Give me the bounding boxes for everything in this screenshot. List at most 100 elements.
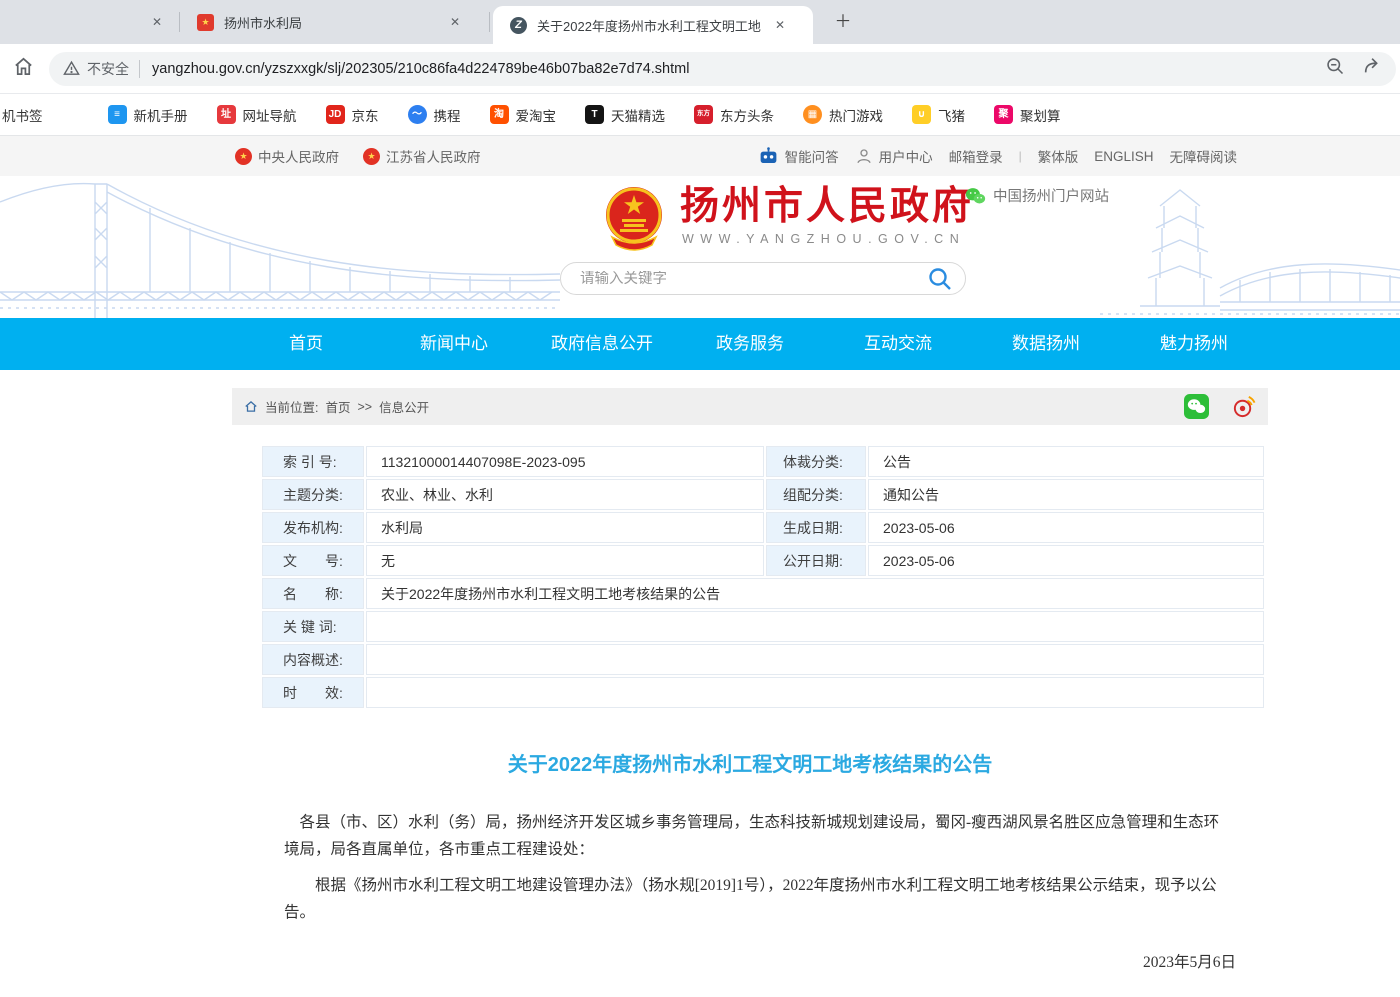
- english-link[interactable]: ENGLISH: [1094, 149, 1153, 164]
- breadcrumb-prefix: 当前位置:: [265, 397, 318, 416]
- home-icon[interactable]: [12, 55, 35, 83]
- jiangsu-gov-link[interactable]: ★ 江苏省人民政府: [363, 146, 481, 166]
- article-paragraph: 各县（市、区）水利（务）局，扬州经济开发区城乡事务管理局，生态科技新城规划建设局…: [284, 809, 1232, 863]
- share-wechat-icon[interactable]: [1184, 394, 1209, 419]
- search-input[interactable]: [561, 271, 927, 287]
- new-tab-button[interactable]: ＋: [830, 9, 856, 35]
- nav-item-charm[interactable]: 魅力扬州: [1120, 318, 1268, 370]
- field-value: 2023-05-06: [868, 545, 1264, 576]
- breadcrumb-current[interactable]: 信息公开: [379, 397, 429, 416]
- site-search: [560, 262, 966, 295]
- field-value: 农业、林业、水利: [366, 479, 764, 510]
- field-label: 体裁分类:: [766, 446, 866, 477]
- nav-item-services[interactable]: 政务服务: [676, 318, 824, 370]
- table-row: 关 键 词:: [262, 611, 1264, 642]
- tab-title: 扬州市水利局: [224, 13, 444, 32]
- field-label: 索 引 号:: [262, 446, 364, 477]
- accessibility-link[interactable]: 无障碍阅读: [1170, 146, 1238, 166]
- field-value: [366, 644, 1264, 675]
- gov-emblem-icon: ★: [235, 148, 252, 165]
- browser-tab-strip: ✕ ★ 扬州市水利局 ✕ Z 关于2022年度扬州市水利工程文明工地 ✕ ＋: [0, 0, 1400, 44]
- mail-login-link[interactable]: 邮箱登录: [949, 146, 1003, 166]
- article-date: 2023年5月6日: [232, 950, 1268, 972]
- tmall-icon: T: [585, 105, 604, 124]
- traditional-chinese-link[interactable]: 繁体版: [1038, 146, 1079, 166]
- field-value: [366, 677, 1264, 708]
- eastday-icon: 东方: [694, 105, 713, 124]
- bookmark-item[interactable]: 聚 聚划算: [994, 105, 1061, 125]
- tab-close-icon[interactable]: ✕: [446, 13, 464, 31]
- field-label: 发布机构:: [262, 512, 364, 543]
- address-bar[interactable]: 不安全 yangzhou.gov.cn/yzszxxgk/slj/202305/…: [49, 52, 1396, 86]
- nav-item-data[interactable]: 数据扬州: [972, 318, 1120, 370]
- nav-item-info-disclosure[interactable]: 政府信息公开: [528, 318, 676, 370]
- main-navigation: 首页 新闻中心 政府信息公开 政务服务 互动交流 数据扬州 魅力扬州: [0, 318, 1400, 370]
- tab-yangzhou-water-bureau[interactable]: ★ 扬州市水利局 ✕: [183, 0, 485, 44]
- nav-item-home[interactable]: 首页: [232, 318, 380, 370]
- site-subtitle: WWW.YANGZHOU.GOV.CN: [682, 232, 974, 246]
- site-favicon-icon: Z: [510, 17, 527, 34]
- divider: |: [1019, 149, 1022, 163]
- field-value: 水利局: [366, 512, 764, 543]
- field-label: 内容概述:: [262, 644, 364, 675]
- search-icon[interactable]: [927, 266, 953, 292]
- site-title: 扬州市人民政府: [680, 185, 974, 229]
- field-label: 时 效:: [262, 677, 364, 708]
- url-text[interactable]: yangzhou.gov.cn/yzszxxgk/slj/202305/210c…: [152, 61, 1309, 77]
- security-label[interactable]: 不安全: [87, 59, 129, 79]
- field-label: 生成日期:: [766, 512, 866, 543]
- document-info-table: 索 引 号: 11321000014407098E-2023-095 体裁分类:…: [262, 446, 1264, 708]
- site-nav-icon: 址: [217, 105, 236, 124]
- field-value: [366, 611, 1264, 642]
- field-value: 关于2022年度扬州市水利工程文明工地考核结果的公告: [366, 578, 1264, 609]
- zoom-out-icon[interactable]: [1325, 56, 1346, 82]
- home-icon: [244, 400, 258, 413]
- tab-title: 关于2022年度扬州市水利工程文明工地: [537, 16, 767, 35]
- bookmark-item[interactable]: ▦ 热门游戏: [803, 105, 883, 125]
- site-logo[interactable]: 扬州市人民政府 WWW.YANGZHOU.GOV.CN: [602, 185, 974, 251]
- content-container: 当前位置: 首页 >> 信息公开 索 引 号: 1132100001440709…: [232, 388, 1268, 997]
- tab-close-icon[interactable]: ✕: [771, 16, 789, 34]
- bookmark-item[interactable]: ∪ 飞猪: [912, 105, 965, 125]
- article-paragraph: 根据《扬州市水利工程文明工地建设管理办法》（扬水规[2019]1号），2022年…: [284, 872, 1232, 926]
- share-icon[interactable]: [1362, 55, 1384, 82]
- gov-emblem-favicon-icon: ★: [197, 14, 214, 31]
- bookmarks-bar: 机书签 ≡ 新机手册 址 网址导航 JD 京东 ～ 携程 淘 爱淘宝 T 天猫精…: [0, 94, 1400, 136]
- field-value: 11321000014407098E-2023-095: [366, 446, 764, 477]
- taobao-icon: 淘: [490, 105, 509, 124]
- gov-links-bar: ★ 中央人民政府 ★ 江苏省人民政府 智能问答: [0, 136, 1400, 176]
- table-row: 索 引 号: 11321000014407098E-2023-095 体裁分类:…: [262, 446, 1264, 477]
- bookmark-item[interactable]: ～ 携程: [408, 105, 461, 125]
- bridge-illustration: [0, 176, 560, 318]
- bookmark-item[interactable]: 淘 爱淘宝: [490, 105, 557, 125]
- table-row: 名 称: 关于2022年度扬州市水利工程文明工地考核结果的公告: [262, 578, 1264, 609]
- share-weibo-icon[interactable]: [1231, 394, 1256, 419]
- field-value: 通知公告: [868, 479, 1264, 510]
- breadcrumb-separator: >>: [358, 400, 373, 414]
- breadcrumb-home-link[interactable]: 首页: [325, 397, 350, 416]
- table-row: 发布机构: 水利局 生成日期: 2023-05-06: [262, 512, 1264, 543]
- breadcrumb: 当前位置: 首页 >> 信息公开: [232, 388, 1268, 425]
- bookmark-item[interactable]: 址 网址导航: [217, 105, 297, 125]
- field-label: 文 号:: [262, 545, 364, 576]
- nav-item-news[interactable]: 新闻中心: [380, 318, 528, 370]
- bookmark-item[interactable]: ≡ 新机手册: [108, 105, 188, 125]
- table-row: 主题分类: 农业、林业、水利 组配分类: 通知公告: [262, 479, 1264, 510]
- nav-item-interaction[interactable]: 互动交流: [824, 318, 972, 370]
- field-label: 名 称:: [262, 578, 364, 609]
- browser-toolbar: 不安全 yangzhou.gov.cn/yzszxxgk/slj/202305/…: [0, 44, 1400, 94]
- fliggy-pig-icon: ∪: [912, 105, 931, 124]
- portal-link[interactable]: 中国扬州门户网站: [965, 185, 1109, 206]
- central-gov-link[interactable]: ★ 中央人民政府: [235, 146, 339, 166]
- smart-qa-link[interactable]: 智能问答: [758, 146, 839, 166]
- user-center-link[interactable]: 用户中心: [855, 146, 933, 166]
- bookmark-item[interactable]: T 天猫精选: [585, 105, 665, 125]
- tab-close-icon[interactable]: ✕: [148, 13, 166, 31]
- bookmark-item[interactable]: 机书签: [2, 105, 43, 125]
- bookmark-item[interactable]: 东方 东方头条: [694, 105, 774, 125]
- omnibox-divider: [139, 60, 140, 78]
- tab-active-announcement[interactable]: Z 关于2022年度扬州市水利工程文明工地 ✕: [493, 6, 813, 44]
- bookmark-item[interactable]: JD 京东: [326, 105, 379, 125]
- games-icon: ▦: [803, 105, 822, 124]
- field-value: 无: [366, 545, 764, 576]
